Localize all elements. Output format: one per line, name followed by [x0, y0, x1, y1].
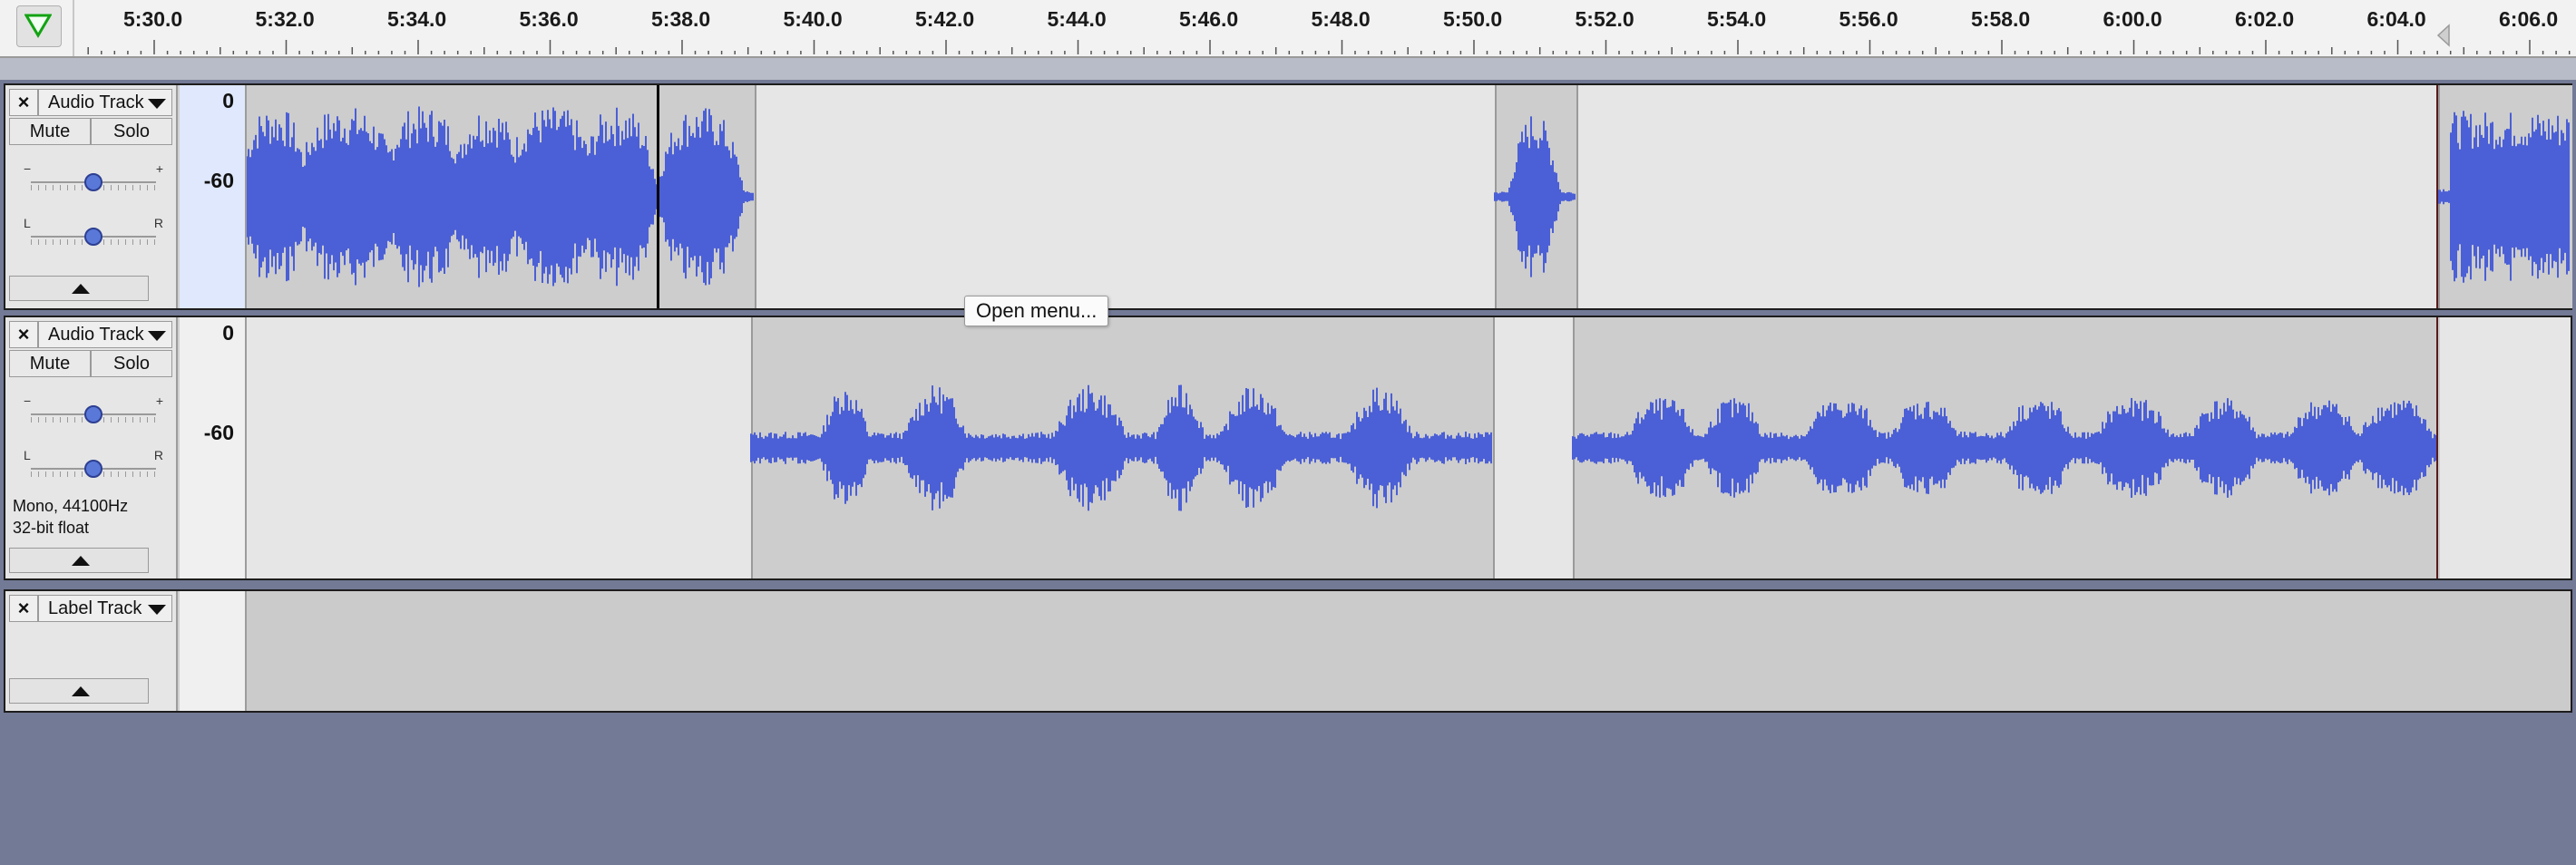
audio-track-2[interactable]: × Audio Track Mute Solo − + L R Mono, 44… — [4, 316, 2572, 580]
dropdown-caret-icon — [148, 605, 166, 615]
solo-button[interactable]: Solo — [91, 118, 172, 145]
gain-slider[interactable]: − + — [24, 161, 163, 194]
audio-track-1[interactable]: × Audio Track Mute Solo − + L R 0 -60 — [4, 83, 2572, 310]
open-menu-tooltip: Open menu... — [964, 296, 1109, 326]
pan-left-label: L — [24, 216, 31, 230]
track-control-panel[interactable]: × Audio Track Mute Solo − + L R Mono, 44… — [5, 317, 178, 578]
selection-end-line — [2436, 85, 2438, 308]
pan-slider-knob[interactable] — [84, 460, 102, 478]
label-area[interactable] — [247, 591, 2571, 711]
waveform-area[interactable] — [247, 317, 2571, 578]
track-name-label: Label Track — [48, 598, 142, 618]
gain-slider-knob[interactable] — [84, 405, 102, 423]
waveform — [750, 384, 2437, 511]
track-name-menu[interactable]: Audio Track — [38, 321, 172, 348]
track-name-label: Audio Track — [48, 325, 144, 345]
gain-max-label: + — [155, 161, 163, 176]
collapse-track-button[interactable] — [9, 678, 149, 704]
mute-button[interactable]: Mute — [9, 118, 91, 145]
track-name-label: Audio Track — [48, 92, 144, 112]
dropdown-caret-icon — [148, 99, 166, 109]
pan-slider[interactable]: L R — [24, 216, 163, 248]
pan-left-label: L — [24, 448, 31, 462]
selection-end-marker-icon — [2436, 24, 2450, 47]
close-track-button[interactable]: × — [9, 595, 38, 622]
track-control-panel[interactable]: × Label Track — [5, 591, 178, 711]
gain-slider-knob[interactable] — [84, 173, 102, 191]
db-mid-label: -60 — [203, 421, 234, 444]
label-track-ruler — [180, 591, 247, 711]
ruler-spacer — [0, 58, 2576, 80]
db-top-label: 0 — [222, 89, 234, 112]
format-info-bits: 32-bit float — [13, 519, 90, 537]
solo-button[interactable]: Solo — [91, 350, 172, 377]
collapse-up-icon — [72, 556, 90, 566]
pan-right-label: R — [153, 448, 163, 462]
ruler-ticks — [87, 40, 2571, 54]
pan-slider[interactable]: L R — [24, 448, 163, 481]
waveform-area[interactable] — [247, 85, 2572, 308]
track-name-menu[interactable]: Label Track — [38, 595, 172, 622]
gain-min-label: − — [24, 394, 32, 408]
db-mid-label: -60 — [203, 169, 234, 192]
dropdown-caret-icon — [148, 331, 166, 341]
mute-button[interactable]: Mute — [9, 350, 91, 377]
db-top-label: 0 — [222, 321, 234, 345]
track-control-panel[interactable]: × Audio Track Mute Solo − + L R — [5, 85, 178, 308]
gain-slider[interactable]: − + — [24, 394, 163, 426]
pan-right-label: R — [153, 216, 163, 230]
track-name-menu[interactable]: Audio Track — [38, 89, 172, 116]
close-track-button[interactable]: × — [9, 321, 38, 348]
vertical-db-ruler[interactable]: 0 -60 — [180, 317, 247, 578]
collapse-up-icon — [72, 284, 90, 294]
vertical-db-ruler[interactable]: 0 -60 — [180, 85, 247, 308]
collapse-track-button[interactable] — [9, 276, 149, 301]
collapse-track-button[interactable] — [9, 548, 149, 573]
gain-max-label: + — [155, 394, 163, 408]
edit-cursor-line — [657, 85, 659, 308]
pan-slider-knob[interactable] — [84, 228, 102, 246]
close-track-button[interactable]: × — [9, 89, 38, 116]
selection-end-line — [2436, 317, 2438, 578]
collapse-up-icon — [72, 686, 90, 696]
timeline-ruler[interactable]: 5:30.0 5:32.0 5:34.0 5:36.0 5:38.0 5:40.0 5:42… — [0, 0, 2576, 58]
format-info-rate: Mono, 44100Hz — [13, 497, 129, 515]
waveform — [247, 106, 2570, 287]
gain-min-label: − — [24, 161, 32, 176]
label-track[interactable]: × Label Track — [4, 589, 2572, 713]
